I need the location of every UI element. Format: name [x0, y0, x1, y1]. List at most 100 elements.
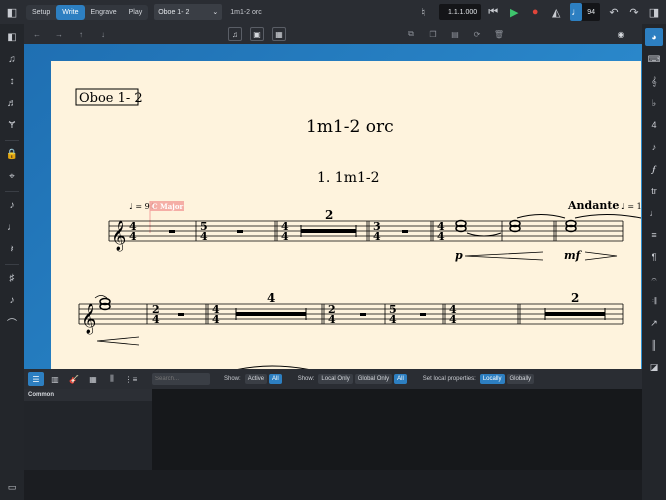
- set-local-label: Set local properties:: [422, 376, 476, 382]
- tab-setup[interactable]: Setup: [26, 5, 56, 20]
- svg-text:4: 4: [129, 230, 137, 243]
- divider: [5, 264, 19, 265]
- tab-play[interactable]: Play: [123, 5, 149, 20]
- lock-icon[interactable]: 🔒: [3, 145, 21, 163]
- tab-engrave[interactable]: Engrave: [85, 5, 123, 20]
- score-page[interactable]: Oboe 1- 2 1m1-2 orc 1. 1m1-2 ♩ = 94 C Ma…: [51, 61, 642, 369]
- notes-panel-icon[interactable]: ◧: [3, 28, 21, 46]
- whole-rest: [178, 313, 184, 316]
- midi-editor-tab[interactable]: ⋮≡: [123, 372, 139, 386]
- tempo-control[interactable]: ♩ 94: [570, 3, 600, 21]
- tempo-value[interactable]: 94: [582, 9, 600, 16]
- frame-view-icon[interactable]: ▦: [272, 27, 286, 41]
- properties-tab[interactable]: ☰: [28, 372, 44, 386]
- fretboard-tab[interactable]: 🎸: [66, 372, 82, 386]
- drum-pads-tab[interactable]: ▦: [85, 372, 101, 386]
- select-view-icon[interactable]: ▣: [250, 27, 264, 41]
- time-signature-icon[interactable]: 4: [645, 116, 663, 134]
- key-signpost[interactable]: C Major: [152, 202, 183, 211]
- articulation-icon[interactable]: ♪: [3, 291, 21, 309]
- tie: [516, 214, 566, 219]
- arrow-right-icon[interactable]: →: [52, 27, 66, 41]
- diminuendo-hairpin: [584, 251, 618, 261]
- trill-icon[interactable]: tr: [645, 182, 663, 200]
- score-title: 1m1-2 orc: [306, 117, 394, 137]
- chord-icon[interactable]: ♬: [3, 94, 21, 112]
- keyboard-tab[interactable]: ▥: [47, 372, 63, 386]
- palette-icon[interactable]: ◕: [645, 28, 663, 46]
- note-input-icon[interactable]: ♫: [3, 50, 21, 68]
- slur-icon[interactable]: ⌒: [3, 313, 21, 331]
- loop-icon[interactable]: ⟳: [470, 27, 484, 41]
- tempo-icon[interactable]: ♪: [645, 138, 663, 156]
- arrow-up-icon[interactable]: ↑: [74, 27, 88, 41]
- play-icon[interactable]: ▶: [506, 4, 522, 20]
- undo-icon[interactable]: ↶: [606, 4, 622, 20]
- treble-clef: 𝄞: [111, 220, 126, 252]
- trash-icon[interactable]: 🗑: [492, 27, 506, 41]
- split-stem-icon[interactable]: Ɏ: [3, 116, 21, 134]
- properties-search-input[interactable]: [152, 373, 210, 385]
- eye-icon[interactable]: ◉: [614, 27, 628, 41]
- filter-all[interactable]: All: [269, 374, 282, 384]
- bars-icon[interactable]: ║: [645, 336, 663, 354]
- repeat-icon[interactable]: 𝄇: [645, 292, 663, 310]
- arrow-left-icon[interactable]: ←: [30, 27, 44, 41]
- multibar-rest: [301, 229, 356, 233]
- arrow-down-icon[interactable]: ↓: [96, 27, 110, 41]
- svg-text:4: 4: [389, 313, 397, 326]
- timecode-display[interactable]: 1.1.1.000: [439, 4, 482, 20]
- text-icon[interactable]: ◪: [645, 358, 663, 376]
- layout-select[interactable]: Oboe 1- 2 ⌄: [154, 4, 223, 20]
- note-view-icon[interactable]: ♫: [228, 27, 242, 41]
- dot-note-icon[interactable]: ♩: [3, 218, 21, 236]
- whole-rest: [237, 230, 243, 233]
- dynamics-icon[interactable]: 𝆑: [645, 160, 663, 178]
- transport-controls: ⏮ ▶ ● ◭: [485, 4, 564, 20]
- accidentals-icon[interactable]: ♯: [3, 269, 21, 287]
- filter-active[interactable]: Active: [244, 374, 268, 384]
- lower-zone-toggle-icon[interactable]: ▭: [0, 474, 24, 500]
- duplicate-icon[interactable]: ❐: [426, 27, 440, 41]
- group-common[interactable]: Common: [24, 389, 152, 401]
- rest-icon[interactable]: 𝄽: [3, 240, 21, 258]
- show-label: Show:: [224, 376, 241, 382]
- lyrics-icon[interactable]: ¶: [645, 248, 663, 266]
- caret-icon[interactable]: ⌖: [3, 167, 21, 185]
- locally-button[interactable]: Locally: [479, 374, 505, 384]
- part-name: Oboe 1- 2: [79, 91, 143, 106]
- status-bar: [24, 470, 642, 500]
- whole-rest: [169, 230, 175, 233]
- rewind-icon[interactable]: ⏮: [485, 4, 501, 20]
- clef-icon[interactable]: 𝄞: [645, 72, 663, 90]
- line-icon[interactable]: ↗: [645, 314, 663, 332]
- paste-icon[interactable]: ▤: [448, 27, 462, 41]
- globally-button[interactable]: Globally: [506, 374, 535, 384]
- filter-local-only[interactable]: Local Only: [318, 374, 353, 384]
- right-panel-toggle-icon[interactable]: ◨: [646, 4, 662, 20]
- articulations-icon[interactable]: ♩: [645, 204, 663, 222]
- filter-all-2[interactable]: All: [394, 374, 407, 384]
- duration-icon[interactable]: ♪: [3, 196, 21, 214]
- insert-icon[interactable]: ↕: [3, 72, 21, 90]
- mm-rest-count: 2: [571, 291, 579, 305]
- chord-symbols-icon[interactable]: ≡: [645, 226, 663, 244]
- filter-global-only[interactable]: Global Only: [354, 374, 393, 384]
- music-area: Oboe 1- 2 1m1-2 orc 1. 1m1-2 ♩ = 94 C Ma…: [24, 44, 642, 369]
- mixer-tab[interactable]: ⫼: [104, 372, 120, 386]
- tie-end: [94, 295, 108, 299]
- left-panel-toggle-icon[interactable]: ◧: [4, 4, 20, 20]
- dynamic-mf: mf: [564, 249, 583, 262]
- redo-icon[interactable]: ↷: [626, 4, 642, 20]
- copy-icon[interactable]: ⧉: [404, 27, 418, 41]
- key-signature-icon[interactable]: ♭: [645, 94, 663, 112]
- multibar-rest: [545, 312, 605, 316]
- record-icon[interactable]: ●: [527, 4, 543, 20]
- dynamic-p: p: [455, 249, 463, 262]
- keyboard-icon[interactable]: ⌨: [645, 50, 663, 68]
- staff-system-1: [108, 220, 624, 242]
- tab-write[interactable]: Write: [56, 4, 85, 20]
- fermata-icon[interactable]: 𝄐: [645, 270, 663, 288]
- metronome-icon[interactable]: ◭: [548, 4, 564, 20]
- mixer-icon[interactable]: ♮: [415, 4, 431, 20]
